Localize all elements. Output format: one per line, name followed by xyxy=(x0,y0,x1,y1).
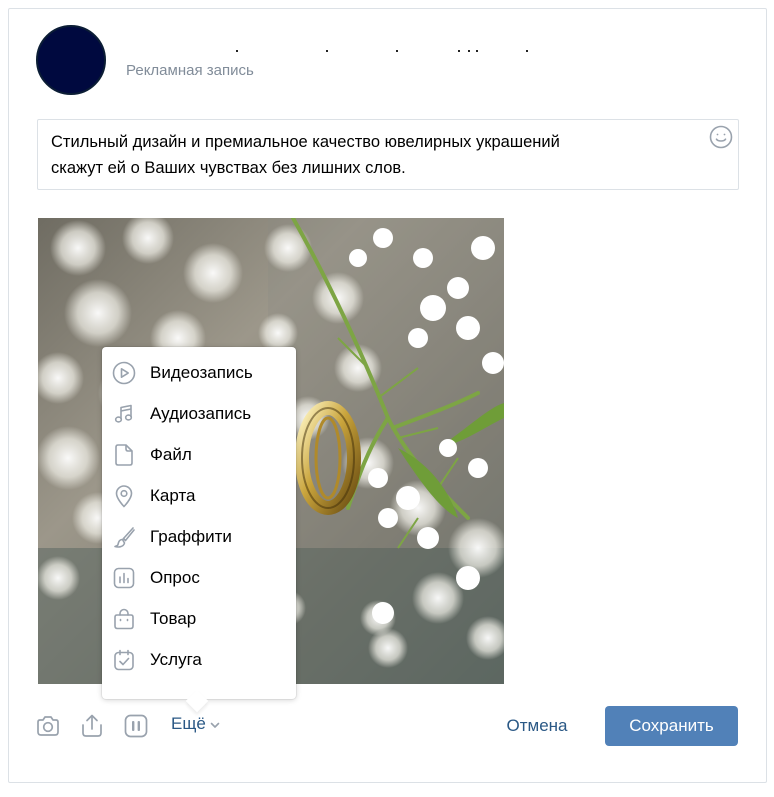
more-button[interactable]: Ещё xyxy=(171,714,220,736)
menu-item-label: Опрос xyxy=(150,568,200,587)
service-calendar-icon xyxy=(114,649,134,671)
post-text-field[interactable]: Стильный дизайн и премиальное качество ю… xyxy=(37,119,739,190)
menu-item-video[interactable]: Видеозапись xyxy=(102,353,296,393)
cancel-button[interactable]: Отмена xyxy=(500,706,574,746)
attach-more-menu: Видеозапись Аудиозапись Файл Карта Графф… xyxy=(102,347,296,699)
smiley-icon[interactable] xyxy=(709,125,733,149)
menu-item-label: Граффити xyxy=(150,527,232,546)
post-text-line: скажут ей о Ваших чувствах без лишних сл… xyxy=(51,159,406,177)
file-icon xyxy=(115,444,133,466)
more-button-label: Ещё xyxy=(171,714,206,733)
menu-item-label: Файл xyxy=(150,445,192,464)
video-icon xyxy=(112,361,136,385)
avatar[interactable] xyxy=(36,25,106,95)
upload-icon[interactable] xyxy=(78,712,106,740)
camera-icon[interactable] xyxy=(34,712,62,740)
menu-item-service[interactable]: Услуга xyxy=(102,640,296,680)
menu-item-label: Услуга xyxy=(150,650,202,669)
menu-item-map[interactable]: Карта xyxy=(102,476,296,516)
menu-item-label: Товар xyxy=(150,609,197,628)
menu-item-label: Аудиозапись xyxy=(150,404,252,423)
pause-icon[interactable] xyxy=(122,712,150,740)
menu-item-label: Видеозапись xyxy=(150,363,253,382)
music-note-icon xyxy=(114,404,133,423)
map-pin-icon xyxy=(115,485,133,508)
save-button[interactable]: Сохранить xyxy=(605,706,738,746)
menu-item-file[interactable]: Файл xyxy=(102,435,296,475)
post-text-line: Стильный дизайн и премиальное качество ю… xyxy=(51,133,560,151)
shopping-bag-icon xyxy=(114,608,134,630)
poll-icon xyxy=(113,567,135,589)
ad-label: Рекламная запись xyxy=(126,62,254,79)
chevron-down-icon xyxy=(210,722,220,728)
menu-item-poll[interactable]: Опрос xyxy=(102,558,296,598)
brush-icon xyxy=(114,527,135,548)
menu-item-graffiti[interactable]: Граффити xyxy=(102,517,296,557)
menu-item-product[interactable]: Товар xyxy=(102,599,296,639)
menu-item-label: Карта xyxy=(150,486,196,505)
post-text[interactable]: Стильный дизайн и премиальное качество ю… xyxy=(51,129,671,181)
author-name-obscured xyxy=(236,50,536,52)
menu-item-audio[interactable]: Аудиозапись xyxy=(102,394,296,434)
